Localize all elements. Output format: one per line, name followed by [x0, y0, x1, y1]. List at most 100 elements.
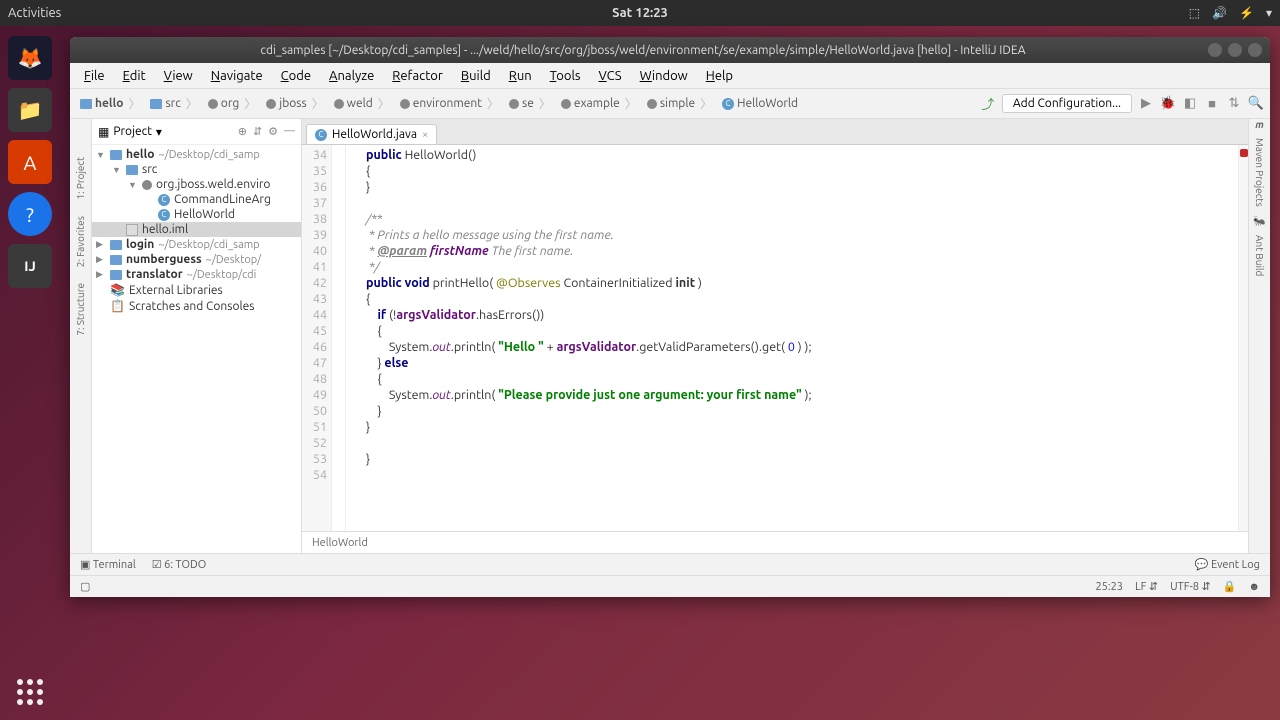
volume-icon[interactable]: 🔊 [1212, 6, 1227, 20]
intellij-window: cdi_samples [~/Desktop/cdi_samples] - ..… [70, 37, 1270, 597]
run-config-dropdown[interactable]: Add Configuration... [1002, 94, 1132, 113]
code-editor[interactable]: 34 35 36 37 38 39 40 41 42 43 44 45 46 4… [302, 145, 1248, 531]
titlebar[interactable]: cdi_samples [~/Desktop/cdi_samples] - ..… [70, 37, 1270, 63]
tree-item-Scratches-and-Consoles[interactable]: 📋Scratches and Consoles [92, 298, 301, 314]
gear-icon[interactable]: ⚙ [268, 125, 278, 138]
error-marker[interactable] [1240, 149, 1248, 157]
menu-edit[interactable]: Edit [115, 67, 154, 85]
tree-item-hello-iml[interactable]: hello.iml [92, 222, 301, 237]
line-numbers: 34 35 36 37 38 39 40 41 42 43 44 45 46 4… [302, 145, 332, 531]
tool-tab-Ant-Build[interactable]: Ant Build [1252, 227, 1267, 284]
menu-refactor[interactable]: Refactor [384, 67, 451, 85]
breadcrumb: hellosrcorgjbossweldenvironmentseexample… [76, 93, 809, 114]
menu-code[interactable]: Code [273, 67, 319, 85]
tree-item-CommandLineArg[interactable]: CCommandLineArg [92, 192, 301, 207]
menu-vcs[interactable]: VCS [591, 67, 630, 85]
menu-file[interactable]: File [76, 67, 113, 85]
terminal-tab[interactable]: ▣ Terminal [80, 558, 136, 571]
project-panel-title[interactable]: Project [113, 125, 152, 138]
project-tree[interactable]: ▼hello ~/Desktop/cdi_samp▼src▼org.jboss.… [92, 145, 301, 553]
gnome-topbar: Activities Sat 12:23 ⬚ 🔊 ⚡ ▾ [0, 0, 1280, 26]
power-icon[interactable]: ▾ [1266, 6, 1272, 20]
crumb-jboss[interactable]: jboss [262, 93, 329, 114]
tree-item-numberguess[interactable]: ▶numberguess ~/Desktop/ [92, 252, 301, 267]
tree-item-HelloWorld[interactable]: CHelloWorld [92, 207, 301, 222]
menubar: FileEditViewNavigateCodeAnalyzeRefactorB… [70, 63, 1270, 89]
hide-icon[interactable]: — [284, 125, 295, 138]
right-tool-strip: mMaven Projects🐜Ant Build [1248, 119, 1270, 553]
project-panel-header: ▦ Project ▾ ⊕ ⇵ ⚙ — [92, 119, 301, 145]
close-tab-icon[interactable]: × [422, 129, 428, 141]
tool-tab-Maven-Projects[interactable]: Maven Projects [1252, 130, 1267, 215]
tree-item-login[interactable]: ▶login ~/Desktop/cdi_samp [92, 237, 301, 252]
crumb-example[interactable]: example [557, 93, 643, 114]
menu-run[interactable]: Run [501, 67, 540, 85]
clock[interactable]: Sat 12:23 [612, 6, 668, 20]
coverage-icon[interactable]: ◧ [1182, 96, 1198, 112]
crumb-src[interactable]: src [146, 93, 203, 114]
crumb-hello[interactable]: hello [76, 93, 146, 114]
line-separator[interactable]: LF ⇵ [1135, 580, 1158, 593]
menu-build[interactable]: Build [453, 67, 499, 85]
crumb-org[interactable]: org [204, 93, 262, 114]
todo-tab[interactable]: ☑ 6: TODO [152, 558, 207, 571]
locate-icon[interactable]: ⊕ [238, 125, 247, 138]
run-icon[interactable]: ▶ [1138, 96, 1154, 112]
tree-item-External-Libraries[interactable]: 📚External Libraries [92, 282, 301, 298]
crumb-simple[interactable]: simple [643, 93, 718, 114]
statusbar: ▢ 25:23 LF ⇵ UTF-8 ⇵ 🔒 ☻ [70, 575, 1270, 597]
maximize-button[interactable] [1228, 43, 1242, 57]
close-button[interactable] [1248, 43, 1262, 57]
build-icon[interactable]: ⤴ [980, 96, 996, 112]
crumb-weld[interactable]: weld [330, 93, 396, 114]
menu-view[interactable]: View [156, 67, 201, 85]
tree-item-src[interactable]: ▼src [92, 162, 301, 177]
project-panel: ▦ Project ▾ ⊕ ⇵ ⚙ — ▼hello ~/Desktop/cdi… [92, 119, 302, 553]
eventlog-tab[interactable]: 💬 Event Log [1195, 558, 1260, 571]
vcs-icon[interactable]: ⇅ [1226, 96, 1242, 112]
activities-button[interactable]: Activities [8, 6, 61, 20]
editor-tab[interactable]: C HelloWorld.java × [306, 124, 437, 144]
menu-window[interactable]: Window [632, 67, 696, 85]
show-applications[interactable] [12, 674, 48, 710]
tree-item-hello[interactable]: ▼hello ~/Desktop/cdi_samp [92, 147, 301, 162]
minimize-button[interactable] [1208, 43, 1222, 57]
dock-intellij[interactable]: IJ [8, 244, 52, 288]
code-content[interactable]: public HelloWorld() { } /** * Prints a h… [346, 145, 1238, 531]
left-tool-strip: 1: Project2: Favorites7: Structure [70, 119, 92, 553]
crumb-se[interactable]: se [505, 93, 557, 114]
crumb-environment[interactable]: environment [396, 93, 505, 114]
dropdown-icon[interactable]: ▾ [156, 125, 162, 139]
readonly-icon[interactable]: 🔒 [1223, 580, 1237, 593]
menu-tools[interactable]: Tools [542, 67, 589, 85]
tree-item-org-jboss-weld-enviro[interactable]: ▼org.jboss.weld.enviro [92, 177, 301, 192]
network-icon[interactable]: ⬚ [1189, 6, 1200, 20]
tree-item-translator[interactable]: ▶translator ~/Desktop/cdi [92, 267, 301, 282]
battery-icon[interactable]: ⚡ [1239, 6, 1254, 20]
dock-files[interactable]: 📁 [8, 88, 52, 132]
fold-gutter[interactable] [332, 145, 346, 531]
search-icon[interactable]: 🔍 [1248, 96, 1264, 112]
cursor-position[interactable]: 25:23 [1095, 581, 1123, 593]
status-icon[interactable]: ▢ [80, 580, 90, 593]
crumb-HelloWorld[interactable]: CHelloWorld [718, 95, 809, 112]
editor-breadcrumb[interactable]: HelloWorld [302, 531, 1248, 553]
dock-help[interactable]: ? [8, 192, 52, 236]
menu-navigate[interactable]: Navigate [203, 67, 271, 85]
collapse-icon[interactable]: ⇵ [253, 125, 262, 138]
tool-tab-2-Favorites[interactable]: 2: Favorites [73, 208, 88, 275]
menu-analyze[interactable]: Analyze [321, 67, 382, 85]
error-stripe[interactable] [1238, 145, 1248, 531]
project-icon: ▦ [98, 125, 109, 139]
file-encoding[interactable]: UTF-8 ⇵ [1170, 580, 1211, 593]
dock: 🦊 📁 A ? IJ [0, 26, 60, 720]
stop-icon[interactable]: ■ [1204, 96, 1220, 112]
nav-toolbar: hellosrcorgjbossweldenvironmentseexample… [70, 89, 1270, 119]
dock-firefox[interactable]: 🦊 [8, 36, 52, 80]
dock-software[interactable]: A [8, 140, 52, 184]
hector-icon[interactable]: ☻ [1248, 581, 1260, 593]
debug-icon[interactable]: 🐞 [1160, 96, 1176, 112]
tool-tab-1-Project[interactable]: 1: Project [73, 149, 88, 208]
menu-help[interactable]: Help [698, 67, 741, 85]
tool-tab-7-Structure[interactable]: 7: Structure [73, 275, 88, 344]
